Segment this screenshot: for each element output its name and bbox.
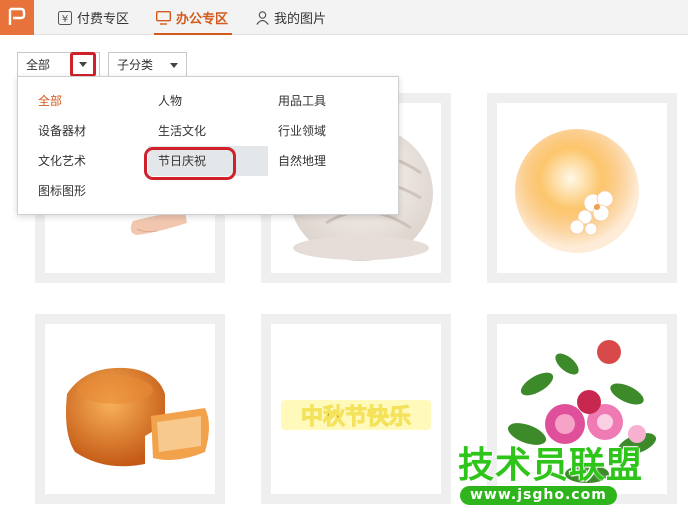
image-thumbnail[interactable] bbox=[497, 103, 667, 273]
category-dropdown-toggle[interactable] bbox=[70, 52, 96, 77]
top-tab-bar: ¥ 付费专区 办公专区 我的图片 bbox=[0, 0, 688, 35]
monitor-icon bbox=[156, 10, 171, 25]
tab-office-zone[interactable]: 办公专区 bbox=[153, 0, 233, 35]
image-thumbnail[interactable]: 中秋节快乐 bbox=[271, 324, 441, 494]
category-select-value: 全部 bbox=[26, 58, 51, 72]
subcategory-select[interactable]: 子分类 bbox=[108, 52, 187, 77]
tab-paid-zone[interactable]: ¥ 付费专区 bbox=[58, 0, 129, 35]
yen-icon: ¥ bbox=[58, 10, 72, 25]
chevron-down-icon bbox=[79, 62, 87, 67]
dropdown-item-people[interactable]: 人物 bbox=[138, 88, 182, 114]
dropdown-item-icons[interactable]: 图标图形 bbox=[18, 178, 86, 204]
dropdown-item-life-culture[interactable]: 生活文化 bbox=[138, 118, 206, 144]
logo-mark-icon bbox=[8, 7, 26, 25]
golden-mooncake-image bbox=[66, 367, 209, 467]
site-watermark: 技术员联盟 www.jsgho.com bbox=[458, 446, 643, 505]
category-dropdown-menu: 全部 人物 用品工具 设备器材 生活文化 行业领域 文化艺术 节日庆祝 自然地理… bbox=[17, 76, 399, 215]
svg-text:¥: ¥ bbox=[62, 14, 68, 25]
dropdown-item-tools[interactable]: 用品工具 bbox=[258, 88, 326, 114]
category-select[interactable]: 全部 bbox=[17, 52, 100, 77]
festival-banner-image: 中秋节快乐 bbox=[281, 400, 431, 431]
image-thumbnail[interactable] bbox=[45, 324, 215, 494]
dropdown-item-all[interactable]: 全部 bbox=[18, 88, 62, 114]
tab-label: 我的图片 bbox=[274, 12, 327, 27]
dropdown-item-equipment[interactable]: 设备器材 bbox=[18, 118, 86, 144]
dropdown-item-industry[interactable]: 行业领域 bbox=[258, 118, 326, 144]
banner-text: 中秋节快乐 bbox=[301, 405, 411, 430]
subcategory-select-value: 子分类 bbox=[117, 58, 154, 72]
image-card[interactable]: 中秋节快乐 bbox=[261, 314, 451, 504]
app-logo[interactable] bbox=[0, 0, 34, 35]
user-icon bbox=[256, 10, 269, 25]
orange-flower-orb-image bbox=[515, 129, 639, 253]
dropdown-item-culture-art[interactable]: 文化艺术 bbox=[18, 148, 86, 174]
image-card[interactable] bbox=[487, 93, 677, 283]
chevron-down-icon bbox=[170, 63, 178, 68]
dropdown-item-nature[interactable]: 自然地理 bbox=[258, 148, 326, 174]
watermark-title: 技术员联盟 bbox=[458, 445, 644, 486]
dropdown-item-festival[interactable]: 节日庆祝 bbox=[148, 146, 268, 176]
image-card[interactable] bbox=[35, 314, 225, 504]
tab-label: 付费专区 bbox=[77, 12, 130, 27]
watermark-url: www.jsgho.com bbox=[460, 486, 617, 505]
tab-my-images[interactable]: 我的图片 bbox=[256, 0, 326, 35]
tab-label: 办公专区 bbox=[176, 12, 229, 27]
